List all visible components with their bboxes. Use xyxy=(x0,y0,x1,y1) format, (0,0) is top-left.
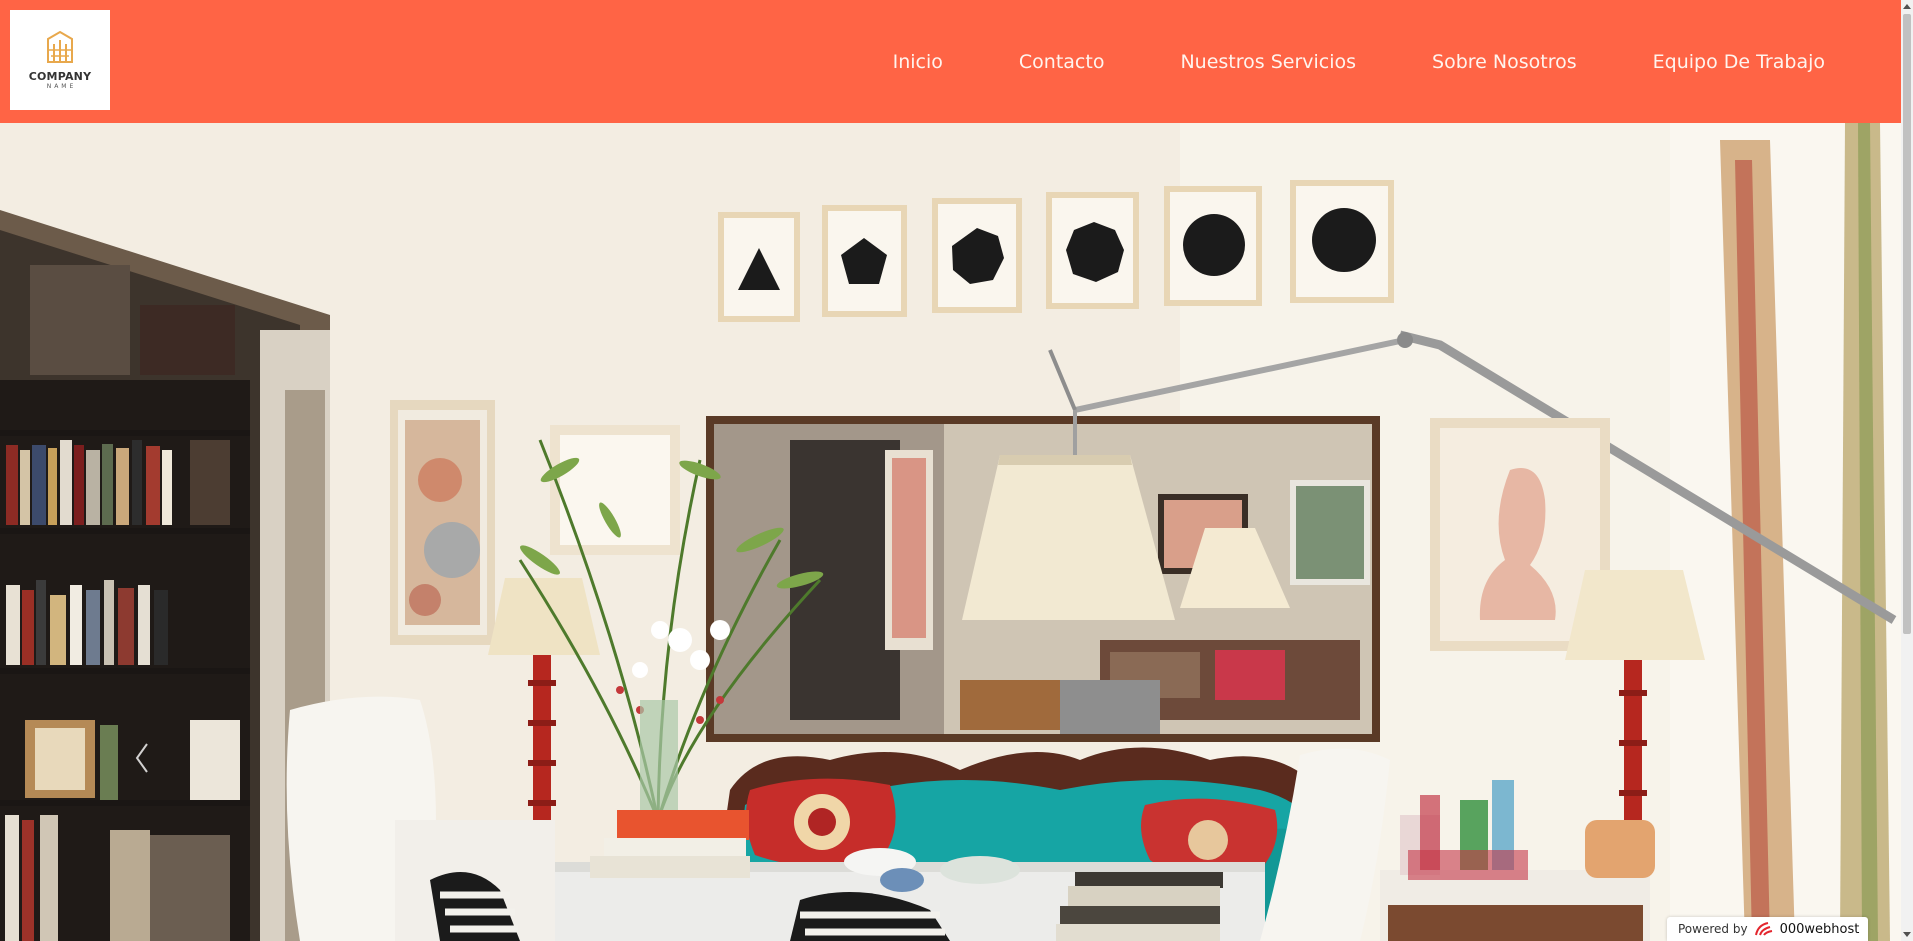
hero-carousel xyxy=(0,123,1901,941)
carousel-prev-button[interactable] xyxy=(128,738,156,778)
nav-item-inicio[interactable]: Inicio xyxy=(893,51,943,73)
powered-by-label: Powered by xyxy=(1678,922,1748,936)
scroll-down-arrow-icon[interactable] xyxy=(1903,932,1911,937)
webhost-brand-label: 000webhost xyxy=(1779,921,1860,937)
chevron-left-icon xyxy=(135,743,148,773)
powered-by-badge[interactable]: Powered by 000webhost xyxy=(1667,917,1868,941)
nav-item-nuestros-servicios[interactable]: Nuestros Servicios xyxy=(1180,51,1356,73)
webhost-logo-icon xyxy=(1754,922,1772,936)
nav-item-contacto[interactable]: Contacto xyxy=(1019,51,1105,73)
nav-item-sobre-nosotros[interactable]: Sobre Nosotros xyxy=(1432,51,1577,73)
hero-image xyxy=(0,123,1901,941)
main-nav: Inicio Contacto Nuestros Servicios Sobre… xyxy=(893,0,1825,123)
building-logo-icon xyxy=(47,30,73,63)
logo-subtitle: NAME xyxy=(46,82,77,90)
nav-item-equipo-de-trabajo[interactable]: Equipo De Trabajo xyxy=(1653,51,1825,73)
site-header: COMPANY NAME Inicio Contacto Nuestros Se… xyxy=(0,0,1901,123)
scroll-up-arrow-icon[interactable] xyxy=(1903,4,1911,9)
page-scrollbar[interactable] xyxy=(1901,0,1913,941)
company-logo[interactable]: COMPANY NAME xyxy=(10,10,110,110)
logo-title: COMPANY xyxy=(28,69,92,83)
scroll-thumb[interactable] xyxy=(1903,14,1911,634)
